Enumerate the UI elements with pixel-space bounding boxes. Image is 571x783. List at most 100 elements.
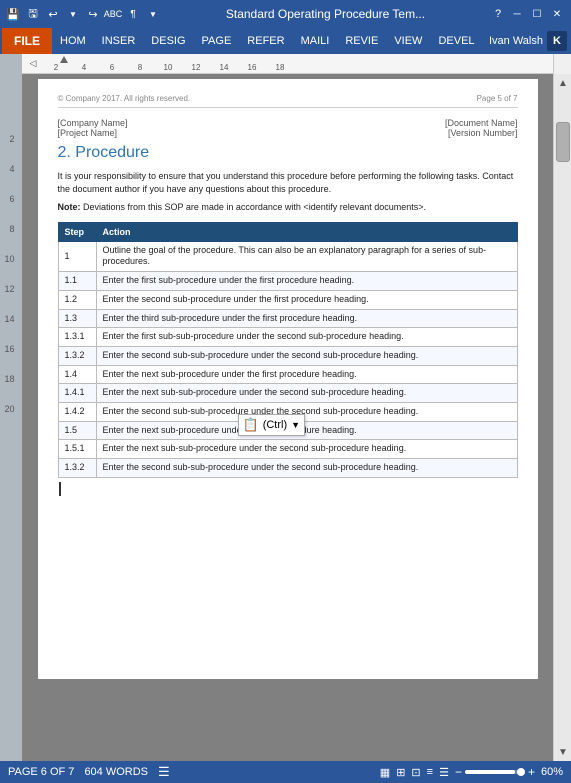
table-row: 1.4.1Enter the next sub-sub-procedure un… (58, 384, 517, 403)
tab-page[interactable]: PAGE (194, 28, 240, 54)
view-web-icon[interactable]: ⊡ (411, 766, 420, 779)
right-scrollbar[interactable]: ▲ ▼ (553, 74, 571, 761)
action-cell: Enter the second sub-sub-procedure under… (96, 346, 517, 365)
redo-icon[interactable]: ↪ (84, 5, 102, 23)
footer-page: Page 5 of 7 (477, 94, 518, 103)
format-icon[interactable]: ¶ (124, 5, 142, 23)
word-count: 604 WORDS (84, 766, 148, 778)
paste-dropdown-icon[interactable]: ▼ (291, 420, 300, 430)
zoom-handle[interactable] (517, 768, 525, 776)
ruler-track: 2 4 6 8 10 12 14 16 18 (42, 54, 533, 74)
ribbon-tabs: FILE HOM INSER DESIG PAGE REFER MAILI RE… (0, 28, 571, 54)
minimize-button[interactable]: ─ (507, 4, 527, 24)
scroll-down-btn[interactable]: ▼ (554, 743, 571, 761)
table-row: 1.4Enter the next sub-procedure under th… (58, 365, 517, 384)
version-number: [Version Number] (445, 128, 518, 138)
tab-developer[interactable]: DEVEL (430, 28, 482, 54)
action-cell: Enter the next sub-sub-procedure under t… (96, 384, 517, 403)
ruler-num: 16 (238, 63, 266, 72)
undo-icon[interactable]: ↩ (44, 5, 62, 23)
margin-num-2: 2 (4, 134, 17, 164)
table-row: 1.3.2Enter the second sub-sub-procedure … (58, 459, 517, 478)
table-row: 1.3.1Enter the first sub-sub-procedure u… (58, 328, 517, 347)
zoom-out-btn[interactable]: − (455, 765, 462, 779)
col-header-action: Action (96, 222, 517, 241)
table-row: 1.3.2Enter the second sub-sub-procedure … (58, 346, 517, 365)
ruler-num: 12 (182, 63, 210, 72)
margin-num-8: 8 (4, 224, 17, 254)
view-read-icon[interactable]: ⊞ (396, 766, 405, 779)
paste-popup[interactable]: 📋 (Ctrl) ▼ (238, 414, 306, 436)
document-area[interactable]: © Company 2017. All rights reserved. Pag… (22, 74, 553, 761)
view-normal-icon[interactable]: ▦ (380, 766, 390, 779)
table-row: 1Outline the goal of the procedure. This… (58, 241, 517, 271)
undo-dropdown-icon[interactable]: ▼ (64, 5, 82, 23)
close-button[interactable]: ✕ (547, 4, 567, 24)
section-number: 2. (58, 144, 71, 161)
company-name: [Company Name] (58, 118, 128, 128)
margin-num-4: 4 (4, 164, 17, 194)
user-name: Ivan Walsh (489, 35, 543, 47)
margin-num-16: 16 (4, 344, 17, 374)
table-row: 1.1Enter the first sub-procedure under t… (58, 272, 517, 291)
user-avatar[interactable]: K (547, 31, 567, 51)
action-cell: Outline the goal of the procedure. This … (96, 241, 517, 271)
action-cell: Enter the second sub-sub-procedure under… (96, 459, 517, 478)
ruler-num: 4 (70, 63, 98, 72)
ruler-left-btn[interactable]: ◁ (24, 54, 42, 74)
tab-references[interactable]: REFER (239, 28, 292, 54)
ruler-num: 10 (154, 63, 182, 72)
zoom-fill (465, 770, 515, 774)
col-header-step: Step (58, 222, 96, 241)
more-icon[interactable]: ▼ (144, 5, 162, 23)
document-page: © Company 2017. All rights reserved. Pag… (38, 79, 538, 679)
step-cell: 1 (58, 241, 96, 271)
table-row: 1.5.1Enter the next sub-sub-procedure un… (58, 440, 517, 459)
tab-review[interactable]: REVIE (337, 28, 386, 54)
quick-save-icon[interactable]: 🖫 (24, 5, 42, 23)
tab-home[interactable]: HOM (52, 28, 94, 54)
ruler-num: 2 (42, 63, 70, 72)
tab-mailings[interactable]: MAILI (293, 28, 338, 54)
margin-num-14: 14 (4, 314, 17, 344)
document-name: [Document Name] (445, 118, 518, 128)
step-cell: 1.2 (58, 290, 96, 309)
save-icon[interactable]: 💾 (4, 5, 22, 23)
action-cell: Enter the first sub-procedure under the … (96, 272, 517, 291)
margin-num-20: 20 (4, 404, 17, 434)
status-right: ▦ ⊞ ⊡ ≡ ☰ − + 60% (380, 765, 563, 779)
proofing-icon[interactable]: ☰ (158, 764, 170, 780)
section-heading: 2. Procedure (58, 144, 518, 162)
zoom-track[interactable] (465, 770, 525, 774)
ruler-marker (60, 56, 68, 63)
step-cell: 1.4.1 (58, 384, 96, 403)
step-cell: 1.4.2 (58, 402, 96, 421)
tab-file[interactable]: FILE (2, 28, 52, 54)
ruler-num: 14 (210, 63, 238, 72)
view-draft-icon[interactable]: ☰ (439, 766, 449, 779)
zoom-control[interactable]: − + 60% (455, 765, 563, 779)
action-cell: Enter the next sub-procedure under the f… (96, 421, 517, 440)
title-bar: 💾 🖫 ↩ ▼ ↪ ABC ¶ ▼ Standard Operating Pro… (0, 0, 571, 28)
maximize-button[interactable]: ☐ (527, 4, 547, 24)
note-label: Note: (58, 202, 81, 212)
scrollbar-thumb[interactable] (556, 122, 570, 162)
window-title: Standard Operating Procedure Tem... (162, 7, 489, 21)
main-area: 2 4 6 8 10 12 14 16 18 20 © Company 2017… (0, 74, 571, 761)
step-cell: 1.4 (58, 365, 96, 384)
ruler-num: 6 (98, 63, 126, 72)
tab-insert[interactable]: INSER (94, 28, 144, 54)
tab-design[interactable]: DESIG (143, 28, 193, 54)
scroll-up-btn[interactable]: ▲ (554, 74, 571, 92)
margin-num-6: 6 (4, 194, 17, 224)
help-icon[interactable]: ? (489, 5, 507, 23)
tab-view[interactable]: VIEW (386, 28, 430, 54)
zoom-in-btn[interactable]: + (528, 765, 535, 779)
view-outline-icon[interactable]: ≡ (427, 766, 433, 778)
paste-icon: 📋 (243, 417, 259, 433)
margin-num-18: 18 (4, 374, 17, 404)
footer-copyright: © Company 2017. All rights reserved. (58, 94, 191, 103)
table-row: 1.2Enter the second sub-procedure under … (58, 290, 517, 309)
spellcheck-icon[interactable]: ABC (104, 5, 122, 23)
scrollbar-track[interactable] (554, 92, 571, 743)
